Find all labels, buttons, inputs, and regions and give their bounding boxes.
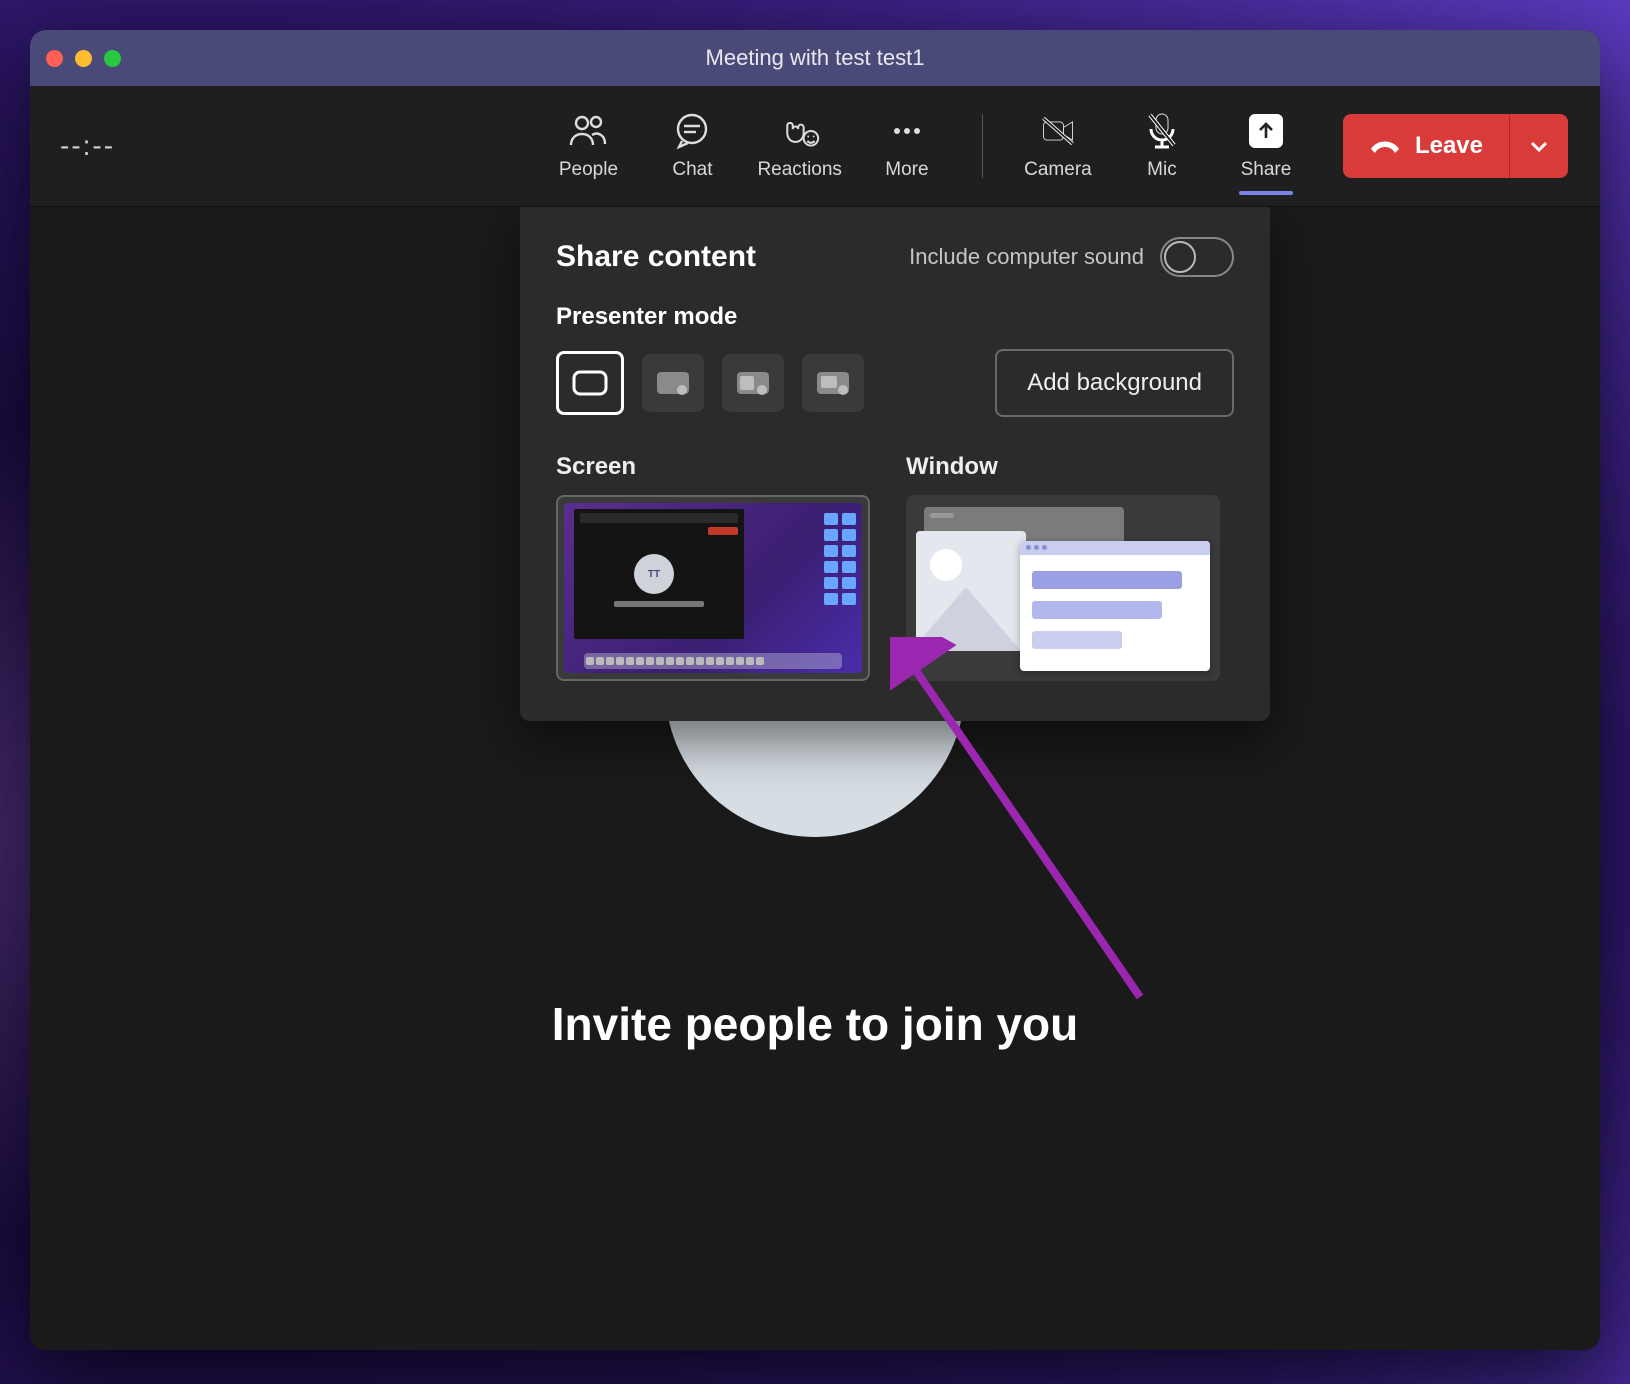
meeting-toolbar: --:-- People bbox=[30, 86, 1600, 207]
people-label: People bbox=[559, 159, 618, 181]
presenter-mode-content-only[interactable] bbox=[556, 351, 624, 415]
include-sound-row: Include computer sound bbox=[909, 237, 1234, 277]
leave-label: Leave bbox=[1415, 132, 1483, 160]
leave-button[interactable]: Leave bbox=[1343, 114, 1509, 178]
include-sound-toggle[interactable] bbox=[1160, 237, 1234, 277]
app-window: Meeting with test test1 --:-- People bbox=[30, 30, 1600, 1350]
share-panel-title: Share content bbox=[556, 240, 909, 274]
toolbar-buttons: People Chat bbox=[549, 111, 1568, 181]
toggle-knob bbox=[1164, 241, 1196, 273]
screen-section-label: Screen bbox=[556, 453, 870, 481]
people-icon bbox=[568, 111, 608, 151]
presenter-mode-row: Add background bbox=[556, 349, 1234, 417]
invite-heading: Invite people to join you bbox=[30, 997, 1600, 1051]
share-active-indicator bbox=[1239, 191, 1293, 195]
share-button[interactable]: Share bbox=[1227, 111, 1305, 181]
reactions-label: Reactions bbox=[757, 159, 842, 181]
hangup-icon bbox=[1369, 135, 1401, 157]
share-icon bbox=[1246, 111, 1286, 151]
more-button[interactable]: More bbox=[868, 111, 946, 181]
more-icon bbox=[887, 111, 927, 151]
people-button[interactable]: People bbox=[549, 111, 627, 181]
window-title: Meeting with test test1 bbox=[30, 45, 1600, 71]
window-controls bbox=[46, 50, 121, 67]
reactions-button[interactable]: Reactions bbox=[757, 111, 842, 181]
leave-options-button[interactable] bbox=[1509, 114, 1568, 178]
share-label: Share bbox=[1241, 159, 1292, 181]
titlebar: Meeting with test test1 bbox=[30, 30, 1600, 86]
presenter-mode-side-by-side[interactable] bbox=[722, 354, 784, 412]
include-sound-label: Include computer sound bbox=[909, 244, 1144, 270]
presenter-mode-heading: Presenter mode bbox=[556, 303, 1234, 331]
fullscreen-window-button[interactable] bbox=[104, 50, 121, 67]
toolbar-divider bbox=[982, 114, 983, 178]
mic-button[interactable]: Mic bbox=[1123, 111, 1201, 181]
meeting-timer: --:-- bbox=[42, 130, 220, 162]
leave-cluster: Leave bbox=[1343, 114, 1568, 178]
presenter-mode-standout[interactable] bbox=[642, 354, 704, 412]
share-window-thumbnail[interactable] bbox=[906, 495, 1220, 681]
chat-button[interactable]: Chat bbox=[653, 111, 731, 181]
share-content-panel: Share content Include computer sound Pre… bbox=[520, 207, 1270, 721]
camera-off-icon bbox=[1038, 111, 1078, 151]
meeting-stage: Invite people to join you Share content … bbox=[30, 207, 1600, 1350]
window-preview bbox=[916, 507, 1210, 671]
mic-label: Mic bbox=[1147, 159, 1177, 181]
more-label: More bbox=[885, 159, 928, 181]
reactions-icon bbox=[780, 111, 820, 151]
screen-preview: TT bbox=[564, 503, 862, 673]
preview-avatar-initials: TT bbox=[634, 554, 674, 594]
close-window-button[interactable] bbox=[46, 50, 63, 67]
chat-icon bbox=[672, 111, 712, 151]
window-section-label: Window bbox=[906, 453, 1220, 481]
chat-label: Chat bbox=[672, 159, 712, 181]
mic-off-icon bbox=[1142, 111, 1182, 151]
share-source-row: Screen TT bbox=[556, 453, 1234, 681]
presenter-mode-reporter[interactable] bbox=[802, 354, 864, 412]
add-background-button[interactable]: Add background bbox=[995, 349, 1234, 417]
add-background-label: Add background bbox=[1027, 369, 1202, 396]
camera-button[interactable]: Camera bbox=[1019, 111, 1097, 181]
share-screen-thumbnail[interactable]: TT bbox=[556, 495, 870, 681]
camera-label: Camera bbox=[1024, 159, 1092, 181]
chevron-down-icon bbox=[1528, 135, 1550, 157]
minimize-window-button[interactable] bbox=[75, 50, 92, 67]
